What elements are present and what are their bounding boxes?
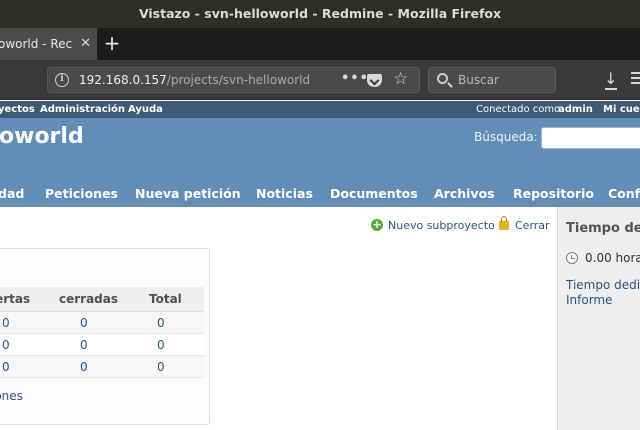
spent-hours: 0.00 hora — [585, 251, 640, 265]
close-project-link[interactable]: Cerrar — [515, 219, 550, 232]
navigation-bar: i 192.168.0.157/projects/svn-helloworld … — [0, 60, 640, 100]
close-icon[interactable]: ✕ — [80, 28, 91, 60]
cell-closed[interactable]: 0 — [80, 334, 88, 356]
new-subproject-link[interactable]: Nuevo subproyecto — [388, 219, 495, 232]
search-icon — [437, 73, 448, 84]
report-link[interactable]: Informe — [566, 293, 613, 307]
top-menu: yectos Administración Ayuda Conectado co… — [0, 101, 640, 118]
window-title: Vistazo - svn-helloworld - Redmine - Moz… — [0, 0, 640, 28]
spent-time-heading: Tiempo de — [566, 221, 640, 236]
info-icon[interactable]: i — [55, 73, 69, 87]
cell-open[interactable]: 0 — [2, 334, 10, 356]
logged-as-label: Conectado como — [476, 104, 561, 115]
tab-repository[interactable]: Repositorio — [513, 181, 594, 207]
table-header: iertas cerradas Total — [0, 287, 204, 312]
page-title: oworld — [0, 124, 84, 149]
main-menu: dad Peticiones Nueva petición Noticias D… — [0, 181, 640, 207]
browser-tab[interactable]: oworld - Rec ✕ — [0, 28, 97, 60]
tab-label: oworld - Rec — [0, 37, 73, 51]
main-content: + Nuevo subproyecto Cerrar s iertas cerr… — [0, 207, 557, 430]
column-total: Total — [149, 292, 182, 306]
logged-user-link[interactable]: admin — [558, 101, 593, 118]
column-open: iertas — [0, 292, 31, 306]
table-row: 0 0 0 — [0, 312, 204, 334]
url-text[interactable]: 192.168.0.157/projects/svn-helloworld — [79, 68, 310, 92]
sidebar: Tiempo de 0.00 hora Tiempo dedic Informe — [557, 207, 640, 430]
table-row: 0 0 0 — [0, 356, 204, 378]
top-menu-administration[interactable]: Administración — [40, 101, 125, 118]
tab-activity[interactable]: dad — [0, 181, 24, 207]
cell-closed[interactable]: 0 — [80, 312, 88, 334]
my-account-link[interactable]: Mi cuen — [603, 101, 640, 118]
tab-issues[interactable]: Peticiones — [45, 181, 118, 207]
search-input[interactable]: Buscar — [458, 68, 499, 92]
tab-strip: oworld - Rec ✕ + — [0, 28, 640, 60]
clock-icon — [566, 252, 578, 264]
spent-time-details-link[interactable]: Tiempo dedic — [566, 278, 640, 292]
cell-total[interactable]: 0 — [157, 334, 165, 356]
tab-new-issue[interactable]: Nueva petición — [135, 181, 241, 207]
cell-total[interactable]: 0 — [157, 312, 165, 334]
tab-news[interactable]: Noticias — [256, 181, 313, 207]
top-menu-help[interactable]: Ayuda — [128, 101, 163, 118]
table-row: 0 0 0 — [0, 334, 204, 356]
pocket-icon[interactable] — [367, 74, 382, 87]
cell-closed[interactable]: 0 — [80, 356, 88, 378]
quick-search-input[interactable] — [541, 127, 640, 149]
cell-open[interactable]: 0 — [2, 356, 10, 378]
tab-documents[interactable]: Documentos — [330, 181, 418, 207]
lock-icon — [499, 216, 509, 230]
view-all-issues-link[interactable]: iones — [0, 389, 23, 403]
column-closed: cerradas — [59, 292, 119, 306]
issue-tracking-box: s iertas cerradas Total 0 0 0 0 0 0 0 0 … — [0, 248, 210, 425]
add-icon: + — [371, 218, 383, 231]
top-menu-projects[interactable]: yectos — [0, 101, 35, 118]
bookmark-star-icon[interactable]: ☆ — [393, 68, 408, 91]
search-bar[interactable]: Buscar — [428, 67, 556, 93]
url-host: 192.168.0.157 — [79, 73, 167, 87]
project-header: oworld Búsqueda: — [0, 118, 640, 181]
hamburger-menu-icon[interactable] — [631, 72, 640, 74]
tab-settings[interactable]: Confi — [608, 181, 640, 207]
quick-search-label: Búsqueda: — [474, 130, 538, 144]
url-bar[interactable]: i 192.168.0.157/projects/svn-helloworld … — [47, 67, 420, 93]
download-icon[interactable]: ↓ — [604, 68, 618, 90]
cell-total[interactable]: 0 — [157, 356, 165, 378]
new-tab-button[interactable]: + — [102, 28, 122, 60]
page-actions-icon[interactable]: ••• — [341, 68, 369, 90]
cell-open[interactable]: 0 — [2, 312, 10, 334]
url-path: /projects/svn-helloworld — [166, 73, 311, 87]
tab-files[interactable]: Archivos — [434, 181, 495, 207]
